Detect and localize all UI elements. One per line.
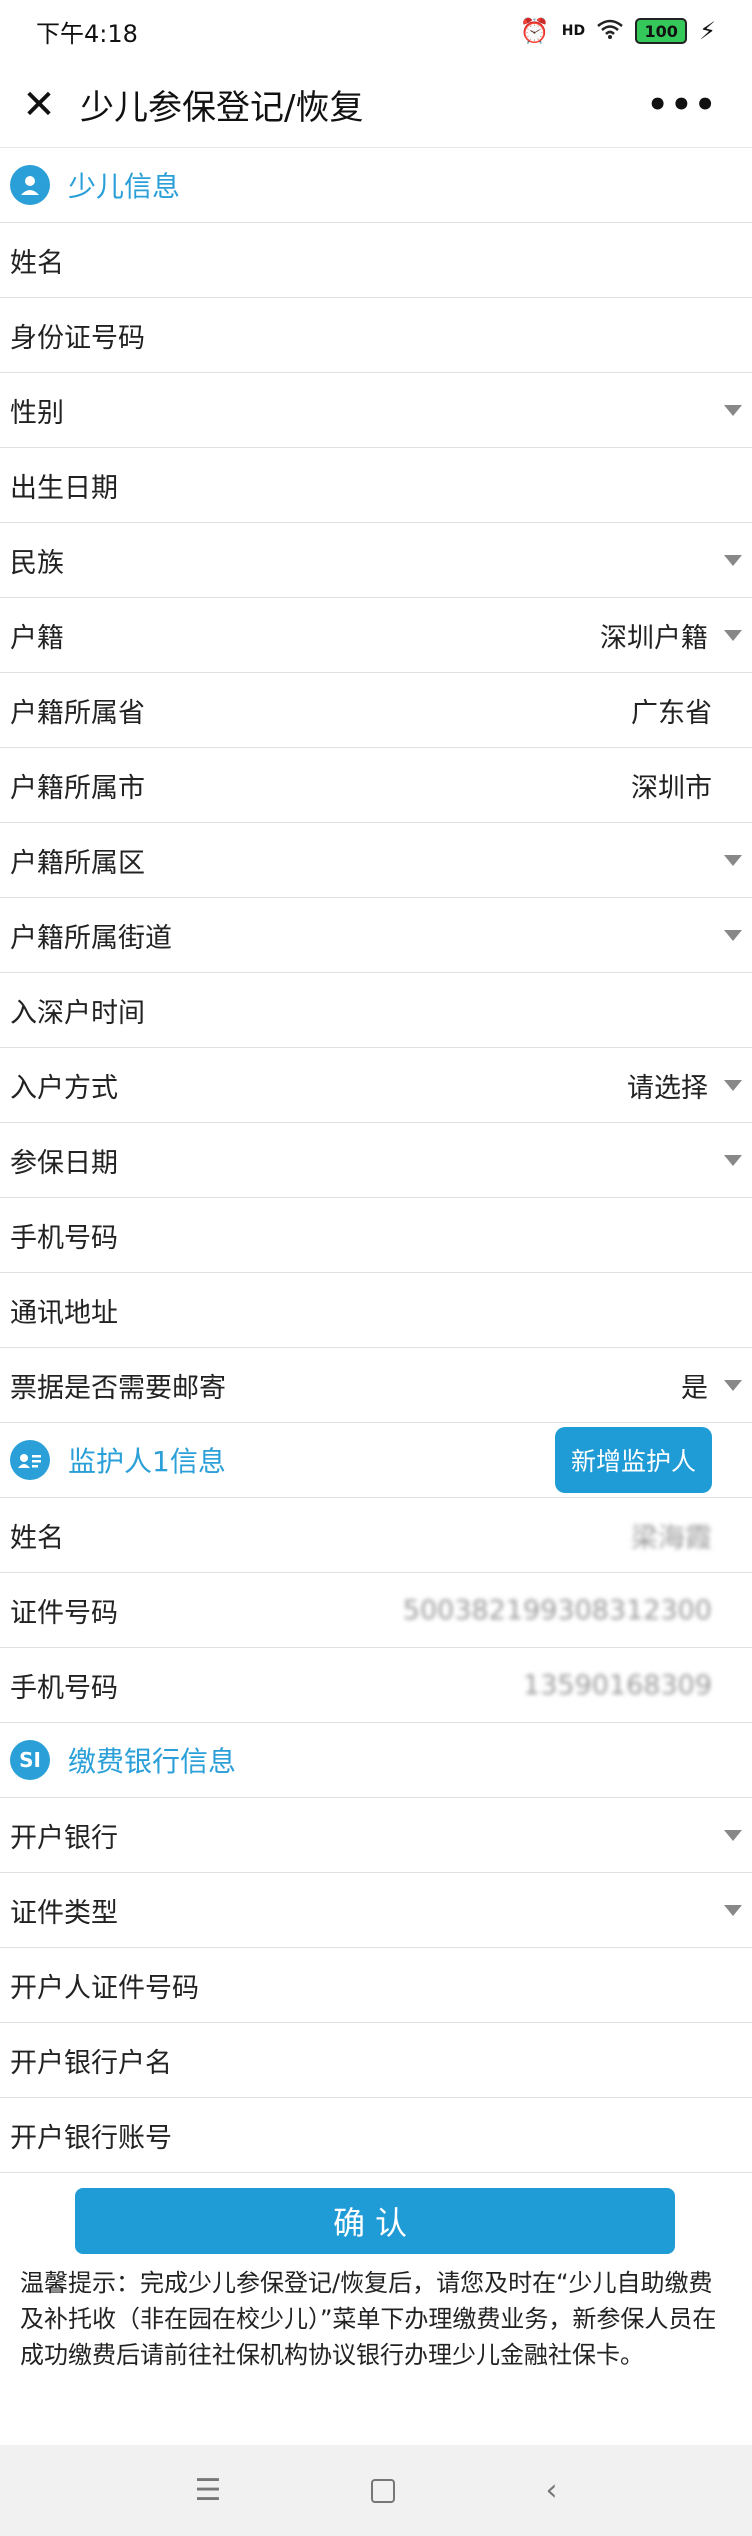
field-label: 民族 [10,547,64,579]
form-row[interactable]: 出生日期 [0,448,752,523]
section-child-info: 少儿信息 [0,148,752,223]
field-label: 户籍所属省 [10,697,145,729]
field-label: 开户银行 [10,1822,118,1854]
confirm-button[interactable]: 确认 [75,2188,675,2254]
form-row[interactable]: 姓名 梁海霞 [0,1498,752,1573]
form-row[interactable]: 户籍所属区 [0,823,752,898]
form-row[interactable]: 身份证号码 [0,298,752,373]
field-label: 户籍所属区 [10,847,145,879]
dropdown-arrow-icon[interactable] [724,1080,742,1091]
field-label: 手机号码 [10,1222,118,1254]
tip-text: 温馨提示：完成少儿参保登记/恢复后，请您及时在“少儿自助缴费及补托收（非在园在校… [20,2269,717,2369]
status-bar: 下午4:18 ⏰ HD 100 ⚡ [0,0,752,62]
social-insurance-icon: SI [10,1740,50,1780]
form-row[interactable]: 证件号码 500382199308312300 [0,1573,752,1648]
back-icon[interactable]: ‹ [545,2473,557,2508]
child-rows: 姓名 身份证号码 性别 出生日期 民族 户籍 深圳户籍 户籍所属省 广东省 户籍所属市 深圳市 户籍所… [0,223,752,1423]
form-row[interactable]: 参保日期 [0,1123,752,1198]
battery-icon: 100 [635,18,688,44]
section-title: 监护人1信息 [68,1445,226,1478]
form-row[interactable]: 开户银行 [0,1798,752,1873]
form-row[interactable]: 手机号码 [0,1198,752,1273]
field-label: 入户方式 [10,1072,118,1104]
dropdown-arrow-icon[interactable] [724,855,742,866]
section-title: 缴费银行信息 [68,1745,237,1778]
field-label: 出生日期 [10,472,118,504]
form-row[interactable]: 户籍所属市 深圳市 [0,748,752,823]
form-row[interactable]: 姓名 [0,223,752,298]
field-value[interactable]: 深圳户籍 [600,616,708,655]
field-label: 开户银行户名 [10,2047,172,2079]
id-card-icon [10,1440,50,1480]
system-nav-bar: ☰ ‹ [0,2445,752,2536]
charging-icon: ⚡ [699,17,716,45]
dropdown-arrow-icon[interactable] [724,1380,742,1391]
form-row[interactable]: 户籍所属街道 [0,898,752,973]
form-row[interactable]: 户籍所属省 广东省 [0,673,752,748]
field-label: 开户人证件号码 [10,1972,199,2004]
form-row[interactable]: 票据是否需要邮寄 是 [0,1348,752,1423]
field-value[interactable]: 500382199308312300 [403,1595,712,1626]
dropdown-arrow-icon[interactable] [724,405,742,416]
field-label: 姓名 [10,247,64,279]
field-label: 证件号码 [10,1597,118,1629]
signal-icon: HD [561,23,586,39]
field-label: 户籍 [10,622,64,654]
guardian-rows: 姓名 梁海霞证件号码 500382199308312300 手机号码 135901683… [0,1498,752,1723]
section-bank-info: SI 缴费银行信息 [0,1723,752,1798]
field-value[interactable]: 深圳市 [631,766,712,805]
dropdown-arrow-icon[interactable] [724,630,742,641]
form-row[interactable]: 民族 [0,523,752,598]
home-icon[interactable] [371,2478,396,2503]
field-label: 开户银行账号 [10,2122,172,2154]
form-row[interactable]: 性别 [0,373,752,448]
section-guardian-info: 监护人1信息 新增监护人 [0,1423,752,1498]
form-row[interactable]: 手机号码 13590168309 [0,1648,752,1723]
field-value[interactable]: 广东省 [631,691,712,730]
close-icon[interactable]: ✕ [22,85,56,125]
status-time: 下午4:18 [36,19,138,48]
field-label: 身份证号码 [10,322,145,354]
more-icon[interactable]: ••• [647,85,730,125]
field-label: 通讯地址 [10,1297,118,1329]
page-title: 少儿参保登记/恢复 [80,88,364,128]
field-label: 证件类型 [10,1897,118,1929]
form-row[interactable]: 证件类型 [0,1873,752,1948]
field-value[interactable]: 梁海霞 [631,1516,712,1555]
add-guardian-button[interactable]: 新增监护人 [554,1427,712,1493]
form: 少儿信息 姓名 身份证号码 性别 出生日期 民族 户籍 深圳户籍 户籍所属省 广东省 户籍所属市深… [0,148,752,2173]
field-label: 户籍所属街道 [10,922,172,954]
form-row[interactable]: 开户人证件号码 [0,1948,752,2023]
dropdown-arrow-icon[interactable] [724,1905,742,1916]
wifi-icon [597,17,623,45]
user-icon [10,165,50,205]
dropdown-arrow-icon[interactable] [724,555,742,566]
field-label: 入深户时间 [10,997,145,1029]
dropdown-arrow-icon[interactable] [724,1830,742,1841]
section-title: 少儿信息 [68,170,181,203]
form-row[interactable]: 开户银行账号 [0,2098,752,2173]
alarm-icon: ⏰ [519,17,550,45]
status-icons: ⏰ HD 100 ⚡ [520,17,716,45]
menu-icon[interactable]: ☰ [195,2473,222,2508]
form-row[interactable]: 户籍 深圳户籍 [0,598,752,673]
nav-bar: ✕ 少儿参保登记/恢复 ••• [0,62,752,148]
field-label: 手机号码 [10,1672,118,1704]
form-row[interactable]: 入户方式 请选择 [0,1048,752,1123]
bank-rows: 开户银行证件类型开户人证件号码 开户银行户名 开户银行账号 [0,1798,752,2173]
field-value[interactable]: 是 [681,1366,708,1405]
field-label: 姓名 [10,1522,64,1554]
field-label: 票据是否需要邮寄 [10,1372,226,1404]
field-value[interactable]: 请选择 [627,1066,708,1105]
field-value[interactable]: 13590168309 [523,1670,712,1701]
form-row[interactable]: 开户银行户名 [0,2023,752,2098]
form-row[interactable]: 通讯地址 [0,1273,752,1348]
field-label: 参保日期 [10,1147,118,1179]
dropdown-arrow-icon[interactable] [724,930,742,941]
field-label: 户籍所属市 [10,772,145,804]
form-row[interactable]: 入深户时间 [0,973,752,1048]
field-label: 性别 [10,397,64,429]
dropdown-arrow-icon[interactable] [724,1155,742,1166]
